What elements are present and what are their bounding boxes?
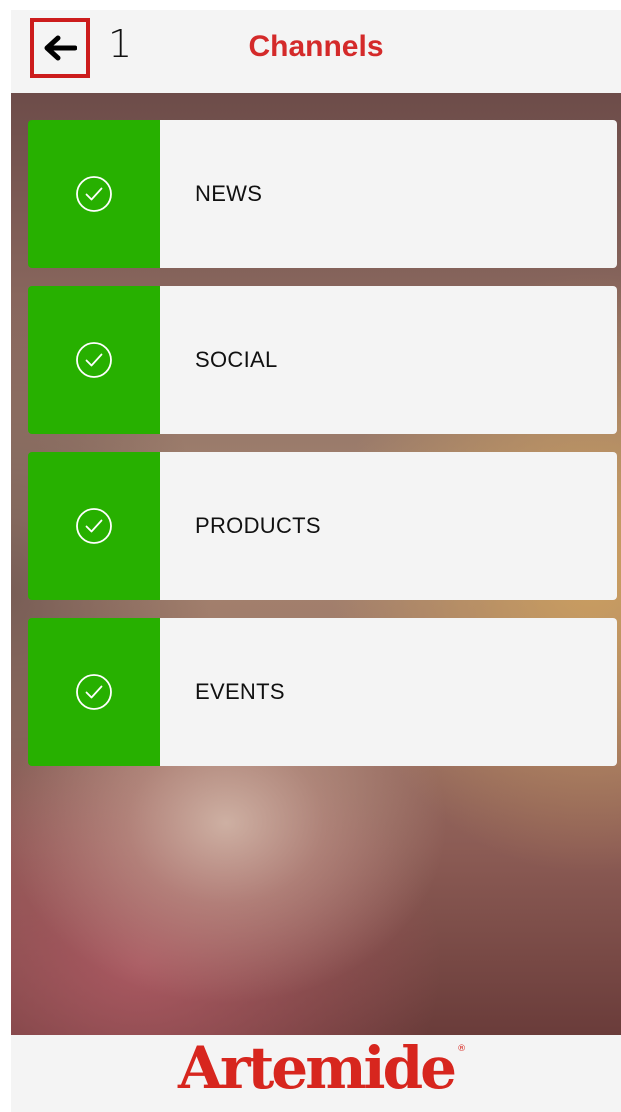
check-circle-icon: [76, 508, 112, 544]
channel-label-box: PRODUCTS: [160, 452, 617, 600]
screen: 1 Channels NEWS SOCIAL PRODUCTS EVENTS A…: [11, 10, 621, 1112]
registered-mark: ®: [457, 1044, 467, 1054]
channel-toggle[interactable]: [28, 618, 160, 766]
channel-label-box: NEWS: [160, 120, 617, 268]
channel-item-products[interactable]: PRODUCTS: [28, 452, 617, 600]
channel-item-news[interactable]: NEWS: [28, 120, 617, 268]
channel-toggle[interactable]: [28, 120, 160, 268]
channel-label: SOCIAL: [195, 347, 278, 372]
channel-list: NEWS SOCIAL PRODUCTS EVENTS: [28, 120, 617, 784]
brand-logo: Artemide ®: [178, 1039, 466, 1097]
channel-label: PRODUCTS: [195, 513, 321, 538]
channel-item-events[interactable]: EVENTS: [28, 618, 617, 766]
channel-toggle[interactable]: [28, 286, 160, 434]
check-circle-icon: [76, 674, 112, 710]
channel-label-box: SOCIAL: [160, 286, 617, 434]
channel-toggle[interactable]: [28, 452, 160, 600]
channel-item-social[interactable]: SOCIAL: [28, 286, 617, 434]
header: 1 Channels: [11, 10, 621, 93]
check-circle-icon: [76, 176, 112, 212]
check-circle-icon: [76, 342, 112, 378]
channel-label: NEWS: [195, 181, 263, 206]
footer: Artemide ®: [11, 1035, 621, 1112]
channel-label-box: EVENTS: [160, 618, 617, 766]
channel-label: EVENTS: [195, 679, 285, 704]
brand-logo-text: Artemide: [177, 1034, 457, 1102]
page-title: Channels: [248, 30, 384, 63]
